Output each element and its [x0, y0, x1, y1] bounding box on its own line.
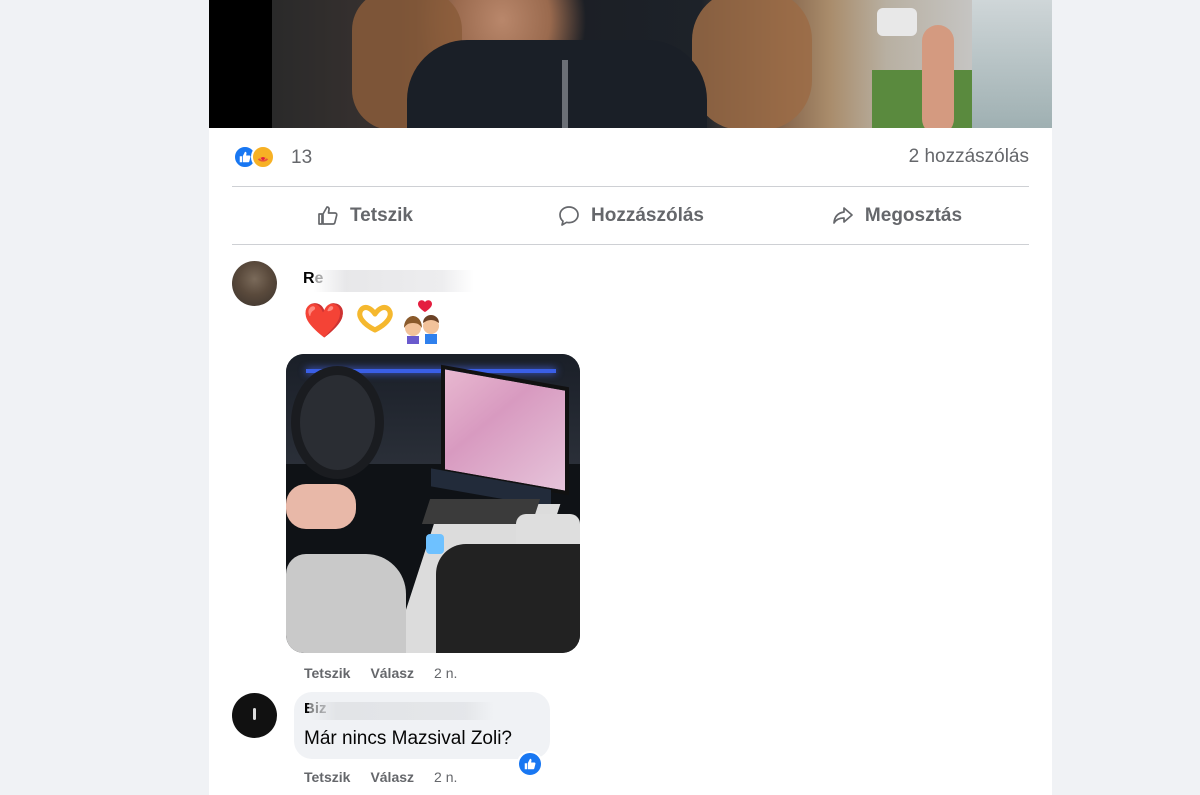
comment-like-button[interactable]: Tetszik [304, 665, 350, 681]
photo-steering-wheel [291, 366, 384, 479]
divider [232, 186, 1029, 187]
thumbs-up-icon [318, 206, 338, 225]
photo-content [272, 0, 1052, 128]
share-button-label: Megosztás [864, 205, 963, 226]
comment-timestamp[interactable]: 2 n. [434, 665, 457, 681]
comment-actions: Tetszik Válasz 2 n. [304, 665, 477, 681]
care-icon [251, 145, 275, 169]
photo-seat [286, 554, 406, 653]
like-button-label: Tetszik [349, 205, 413, 226]
photo-balcony [972, 0, 1052, 128]
comment-actions: Tetszik Válasz 2 n. [304, 769, 477, 785]
reaction-count[interactable]: 13 [291, 147, 312, 169]
avatar[interactable] [232, 693, 277, 738]
comment-photo[interactable] [286, 354, 580, 653]
redacted-name [314, 270, 474, 292]
divider [232, 244, 1029, 245]
comment-bubble: Biz Már nincs Mazsival Zoli? [294, 692, 550, 759]
comment-button-label: Hozzászólás [591, 205, 704, 226]
post-card: 13 2 hozzászólás Tetszik Hozzászólás Meg… [209, 0, 1052, 795]
couple-with-heart-emoji [399, 298, 445, 344]
photo-bottle [426, 534, 444, 554]
reactions-summary[interactable]: 13 2 hozzászólás [233, 143, 1029, 171]
comment-reply-button[interactable]: Válasz [370, 769, 414, 785]
comment-text: Már nincs Mazsival Zoli? [304, 728, 512, 749]
photo-car [877, 8, 917, 36]
share-button[interactable]: Megosztás [764, 188, 1029, 244]
comment-like-button[interactable]: Tetszik [304, 769, 350, 785]
redacted-name [309, 702, 494, 720]
red-heart-emoji: ❤️ [303, 302, 346, 340]
comment-reply-button[interactable]: Válasz [370, 665, 414, 681]
photo-hands [286, 484, 356, 529]
photo-hair-right [692, 0, 812, 128]
photo-finger [922, 25, 954, 128]
photo-jacket [407, 40, 707, 128]
post-actions: Tetszik Hozzászólás Megosztás [232, 188, 1029, 244]
comment-button[interactable]: Hozzászólás [498, 188, 763, 244]
photo-zipper [562, 60, 568, 128]
heart-hands-emoji [355, 302, 395, 348]
post-photo[interactable] [209, 0, 1052, 128]
share-icon [833, 207, 853, 224]
comment-count-link[interactable]: 2 hozzászólás [909, 146, 1029, 168]
photo-legs [436, 544, 580, 653]
like-button[interactable]: Tetszik [232, 188, 497, 244]
comment-icon [559, 206, 579, 226]
comment-timestamp[interactable]: 2 n. [434, 769, 457, 785]
like-icon[interactable] [517, 751, 543, 777]
avatar[interactable] [232, 261, 277, 306]
